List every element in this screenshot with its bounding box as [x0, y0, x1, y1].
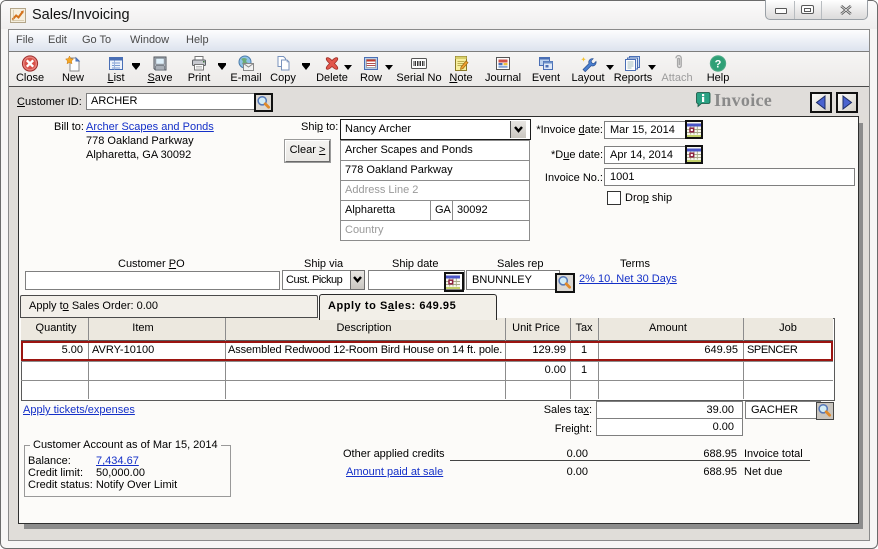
svg-text:?: ?: [715, 59, 722, 71]
